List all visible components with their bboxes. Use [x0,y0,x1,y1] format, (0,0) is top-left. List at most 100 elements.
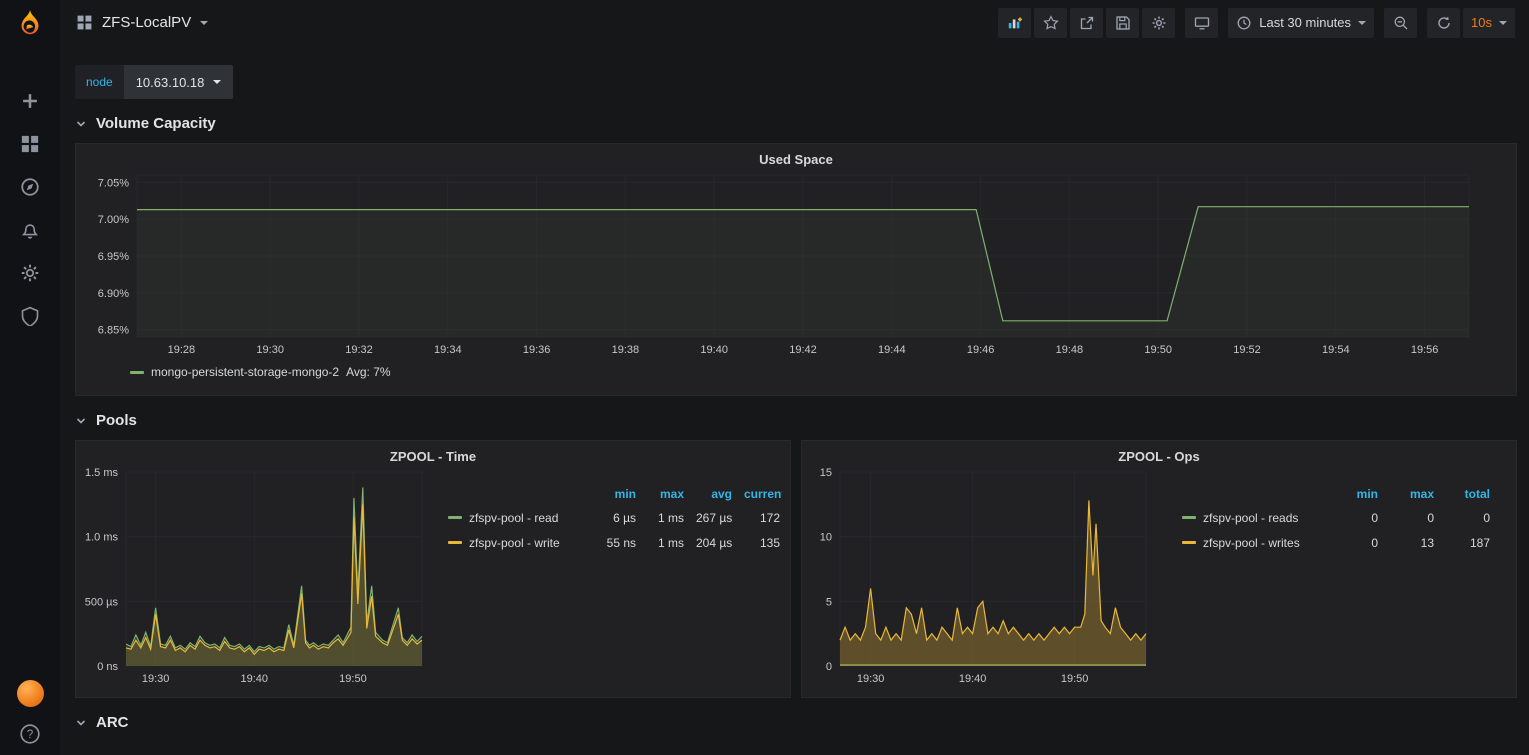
legend-value-max: 0 [1390,511,1446,525]
chevron-down-icon [75,414,87,426]
legend-col-min[interactable]: min [600,487,648,501]
legend-series-name: zfspv-pool - write [469,536,560,550]
svg-text:7.00%: 7.00% [98,214,129,226]
legend-row-reads: zfspv-pool - reads 0 0 0 [1182,505,1506,530]
svg-text:19:46: 19:46 [967,344,995,356]
svg-text:19:40: 19:40 [241,673,269,685]
legend-value-avg: 204 µs [696,536,744,550]
share-button[interactable] [1070,8,1103,38]
refresh-button[interactable] [1427,8,1460,38]
panel-used-space: Used Space 7.05%7.00%6.95%6.90%6.85%19:2… [75,143,1517,396]
svg-text:6.85%: 6.85% [98,325,129,337]
svg-text:1.5 ms: 1.5 ms [85,467,119,479]
configuration-icon[interactable] [19,262,41,284]
svg-text:1.0 ms: 1.0 ms [85,532,119,544]
legend-value-min: 55 ns [600,536,648,550]
legend-value-current: 135 [744,536,782,550]
panel-title[interactable]: ZPOOL - Time [76,441,790,466]
zpool-ops-legend: min max total zfspv-pool - reads 0 0 0 z… [1182,483,1506,555]
legend-col-avg[interactable]: avg [696,487,744,501]
server-admin-icon[interactable] [19,305,41,327]
nav-sidebar: ? [0,0,60,755]
svg-text:5: 5 [826,596,832,608]
svg-text:19:36: 19:36 [523,344,551,356]
dashboards-icon[interactable] [19,133,41,155]
legend-value-min: 6 µs [600,511,648,525]
user-avatar[interactable] [17,680,44,707]
navbar: ZFS-LocalPV [60,0,1529,45]
caret-down-icon[interactable] [200,21,208,25]
panel-zpool-time: ZPOOL - Time 1.5 ms1.0 ms500 µs0 ns19:30… [75,440,791,698]
svg-text:19:42: 19:42 [789,344,817,356]
zpool-ops-chart[interactable]: 15105019:3019:4019:50 [804,466,1156,692]
row-pools[interactable]: Pools [75,406,1517,434]
add-panel-button[interactable] [998,8,1031,38]
legend-col-total[interactable]: total [1446,487,1502,501]
legend-value-total: 187 [1446,536,1502,550]
svg-text:19:48: 19:48 [1056,344,1084,356]
zpool-time-chart[interactable]: 1.5 ms1.0 ms500 µs0 ns19:3019:4019:50 [78,466,430,692]
legend-value-min: 0 [1334,536,1390,550]
panel-zpool-ops: ZPOOL - Ops 15105019:3019:4019:50 min ma… [801,440,1517,698]
svg-text:19:34: 19:34 [434,344,462,356]
svg-text:19:30: 19:30 [256,344,284,356]
series-swatch [448,516,462,519]
grafana-logo-icon[interactable] [13,8,47,42]
legend-value-total: 0 [1446,511,1502,525]
caret-down-icon [213,80,221,84]
svg-text:19:32: 19:32 [345,344,373,356]
svg-text:19:50: 19:50 [339,673,367,685]
create-icon[interactable] [19,90,41,112]
legend-series-name[interactable]: mongo-persistent-storage-mongo-2 [151,365,339,379]
panel-title[interactable]: ZPOOL - Ops [802,441,1516,466]
legend-series-name: zfspv-pool - read [469,511,558,525]
legend-series-name: zfspv-pool - reads [1203,511,1298,525]
svg-text:19:28: 19:28 [168,344,196,356]
series-swatch [448,541,462,544]
legend-series-name: zfspv-pool - writes [1203,536,1300,550]
svg-text:500 µs: 500 µs [85,596,119,608]
plus-icon [1018,17,1022,21]
clock-icon [1236,15,1252,31]
legend-value-min: 0 [1334,511,1390,525]
svg-text:19:50: 19:50 [1144,344,1172,356]
variable-value-dropdown[interactable]: 10.63.10.18 [124,65,234,99]
refresh-interval-label: 10s [1471,15,1492,30]
legend-col-min[interactable]: min [1334,487,1390,501]
cycle-view-button[interactable] [1185,8,1218,38]
svg-text:19:40: 19:40 [959,673,987,685]
alerting-icon[interactable] [19,219,41,241]
explore-icon[interactable] [19,176,41,198]
caret-down-icon [1499,21,1507,25]
legend-col-current[interactable]: current [744,487,782,501]
svg-text:7.05%: 7.05% [98,177,129,189]
refresh-interval-button[interactable]: 10s [1463,8,1515,38]
time-range-button[interactable]: Last 30 minutes [1228,8,1374,38]
legend-value-max: 1 ms [648,536,696,550]
dashboard-content: node 10.63.10.18 Volume Capacity Used Sp… [60,45,1529,755]
used-space-chart[interactable]: 7.05%7.00%6.95%6.90%6.85%19:2819:3019:32… [81,169,1511,363]
legend-col-max[interactable]: max [1390,487,1446,501]
dashboard-settings-button[interactable] [1142,8,1175,38]
dashboard-title[interactable]: ZFS-LocalPV [102,14,191,31]
template-variable-node: node 10.63.10.18 [75,65,233,99]
save-button[interactable] [1106,8,1139,38]
panel-title[interactable]: Used Space [76,144,1516,169]
legend-row-write: zfspv-pool - write 55 ns 1 ms 204 µs 135 [448,530,782,555]
svg-text:19:40: 19:40 [700,344,728,356]
svg-text:19:54: 19:54 [1322,344,1350,356]
zoom-out-button[interactable] [1384,8,1417,38]
time-range-label: Last 30 minutes [1259,15,1351,30]
used-space-legend: mongo-persistent-storage-mongo-2 Avg: 7% [76,365,1516,379]
svg-text:6.90%: 6.90% [98,288,129,300]
help-icon[interactable]: ? [19,723,41,745]
svg-text:19:56: 19:56 [1411,344,1439,356]
svg-text:0 ns: 0 ns [97,661,118,673]
star-button[interactable] [1034,8,1067,38]
legend-header-row: min max avg current [448,483,782,505]
legend-avg-value: Avg: 7% [346,365,390,379]
row-volume-capacity[interactable]: Volume Capacity [75,109,1517,137]
row-arc[interactable]: ARC [75,708,1517,736]
svg-text:?: ? [27,728,34,741]
legend-col-max[interactable]: max [648,487,696,501]
